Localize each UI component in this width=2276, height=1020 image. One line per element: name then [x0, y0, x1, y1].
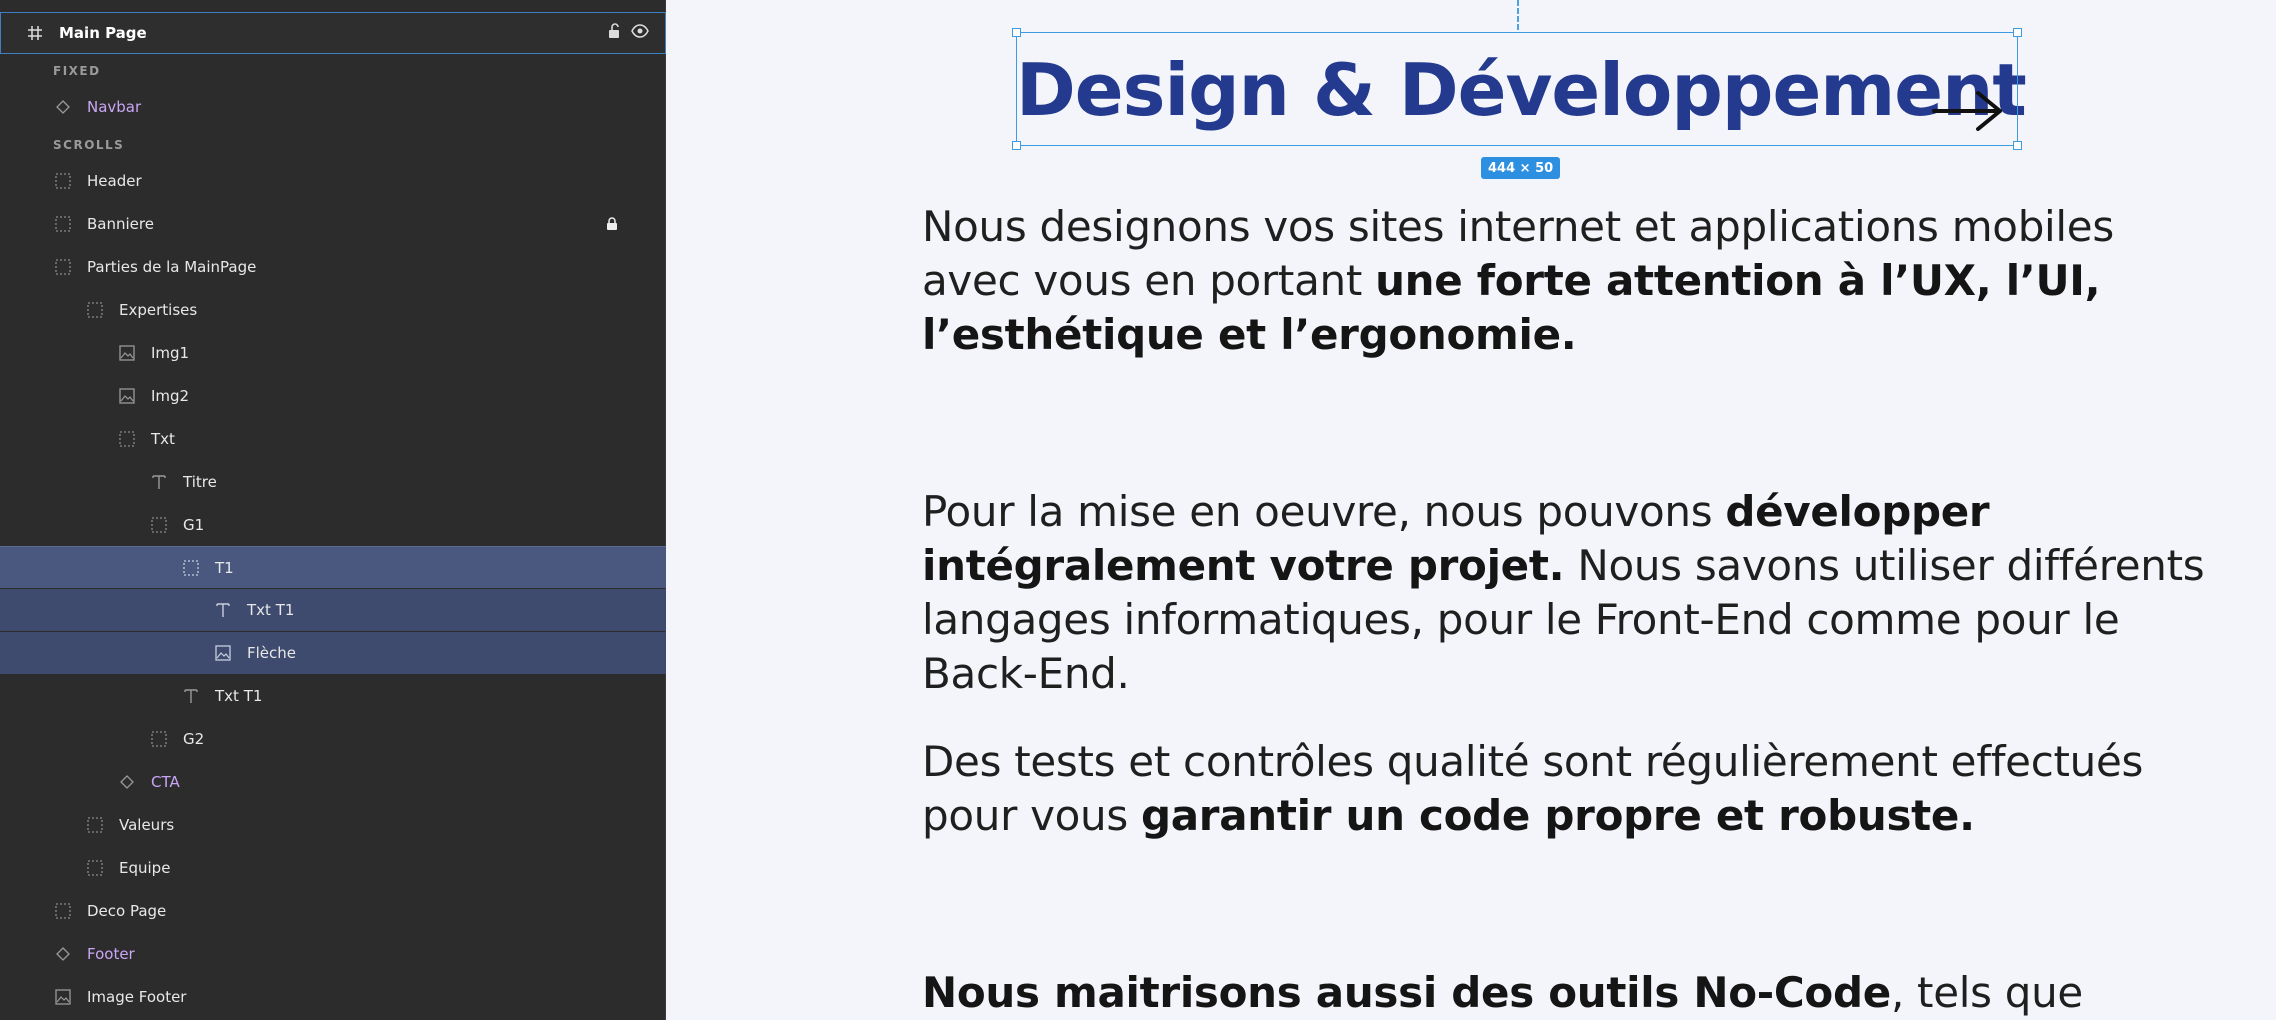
group-dotted-icon: [85, 858, 105, 878]
selection-box[interactable]: [1012, 28, 2022, 150]
component-diamond-icon: [53, 97, 73, 117]
layer-txt-t1[interactable]: Txt T1: [0, 589, 666, 631]
resize-handle-br[interactable]: [2013, 141, 2022, 150]
resize-handle-tr[interactable]: [2013, 28, 2022, 37]
section-fixed: FIXED: [53, 64, 101, 78]
layer-deco-page[interactable]: Deco Page: [0, 890, 666, 932]
section-scrolls: SCROLLS: [53, 138, 125, 152]
layer-main-page[interactable]: Main Page: [0, 12, 666, 54]
paragraph-no-code: Nous maitrisons aussi des outils No-Code…: [922, 966, 2222, 1020]
layer-label: Expertises: [119, 301, 198, 319]
layer-label: Main Page: [59, 24, 147, 42]
layer-label: Navbar: [87, 98, 142, 116]
layer-label: Txt T1: [247, 601, 295, 619]
group-dotted-icon: [149, 515, 169, 535]
image-icon: [213, 643, 233, 663]
layer-cta[interactable]: CTA: [0, 761, 666, 803]
layer-parties-mainpage[interactable]: Parties de la MainPage: [0, 246, 666, 288]
paragraph-design: Nous designons vos sites internet et app…: [922, 200, 2222, 362]
layer-image-footer[interactable]: Image Footer: [0, 976, 666, 1018]
layer-label: T1: [215, 558, 234, 577]
layer-label: Valeurs: [119, 816, 175, 834]
group-dotted-icon: [117, 429, 137, 449]
layer-label: Titre: [183, 473, 217, 491]
layer-navbar[interactable]: Navbar: [0, 86, 666, 128]
layer-label: Banniere: [87, 215, 154, 233]
group-dotted-icon: [85, 300, 105, 320]
layer-label: Deco Page: [87, 902, 167, 920]
layer-txt[interactable]: Txt: [0, 418, 666, 460]
layer-label: Flèche: [247, 644, 297, 662]
image-icon: [117, 386, 137, 406]
bold-text-run: Nous maitrisons aussi des outils No-Code: [922, 968, 1891, 1017]
layer-valeurs[interactable]: Valeurs: [0, 804, 666, 846]
size-badge: 444 × 50: [1481, 157, 1561, 179]
layer-footer[interactable]: Footer: [0, 933, 666, 975]
group-dotted-icon: [53, 171, 73, 191]
unlock-icon[interactable]: [607, 23, 621, 43]
layer-label: CTA: [151, 773, 180, 791]
group-dotted-icon: [53, 901, 73, 921]
layer-txt-t1-2[interactable]: Txt T1: [0, 675, 666, 717]
group-dotted-icon: [53, 214, 73, 234]
layers-panel: Main Page FIXED Navbar SCROLLS Header Ba…: [0, 0, 666, 1020]
text-t-icon: [181, 686, 201, 706]
layer-g1[interactable]: G1: [0, 504, 666, 546]
layer-equipe[interactable]: Equipe: [0, 847, 666, 889]
layer-img1[interactable]: Img1: [0, 332, 666, 374]
layer-titre[interactable]: Titre: [0, 461, 666, 503]
layer-label: Image Footer: [87, 988, 187, 1006]
component-diamond-icon: [53, 944, 73, 964]
group-dotted-icon: [149, 729, 169, 749]
layer-label: Header: [87, 172, 142, 190]
image-icon: [117, 343, 137, 363]
layer-label: Txt T1: [215, 687, 263, 705]
layer-banniere[interactable]: Banniere: [0, 203, 666, 245]
text-run: , tels que: [1890, 968, 2083, 1017]
text-t-icon: [213, 600, 233, 620]
frame-hash-icon: [25, 23, 45, 43]
layer-label: Img2: [151, 387, 190, 405]
layer-label: Img1: [151, 344, 190, 362]
layer-label: Footer: [87, 945, 135, 963]
visibility-eye-icon[interactable]: [631, 24, 649, 42]
paragraph-tests: Des tests et contrôles qualité sont régu…: [922, 735, 2222, 843]
resize-handle-bl[interactable]: [1012, 141, 1021, 150]
layer-g2[interactable]: G2: [0, 718, 666, 760]
resize-handle-tl[interactable]: [1012, 28, 1021, 37]
text-t-icon: [149, 472, 169, 492]
layer-label: Parties de la MainPage: [87, 258, 257, 276]
component-diamond-icon: [117, 772, 137, 792]
layer-img2[interactable]: Img2: [0, 375, 666, 417]
alignment-guide: [1517, 0, 1519, 30]
group-dotted-icon: [181, 558, 201, 578]
bold-text-run: garantir un code propre et robuste.: [1141, 791, 1975, 840]
layer-expertises[interactable]: Expertises: [0, 289, 666, 331]
layer-label: Equipe: [119, 859, 171, 877]
group-dotted-icon: [85, 815, 105, 835]
design-canvas[interactable]: Design & Développement 444 × 50 Nous des…: [667, 0, 2276, 1020]
paragraph-developpement: Pour la mise en oeuvre, nous pouvons dév…: [922, 485, 2222, 701]
layer-header[interactable]: Header: [0, 160, 666, 202]
layer-label: G1: [183, 516, 205, 534]
layer-fleche[interactable]: Flèche: [0, 632, 666, 674]
layer-t1[interactable]: T1: [0, 546, 666, 588]
image-icon: [53, 987, 73, 1007]
group-dotted-icon: [53, 257, 73, 277]
layer-label: Txt: [151, 430, 175, 448]
text-run: Pour la mise en oeuvre, nous pouvons: [922, 487, 1726, 536]
layer-label: G2: [183, 730, 205, 748]
lock-icon[interactable]: [606, 203, 618, 245]
